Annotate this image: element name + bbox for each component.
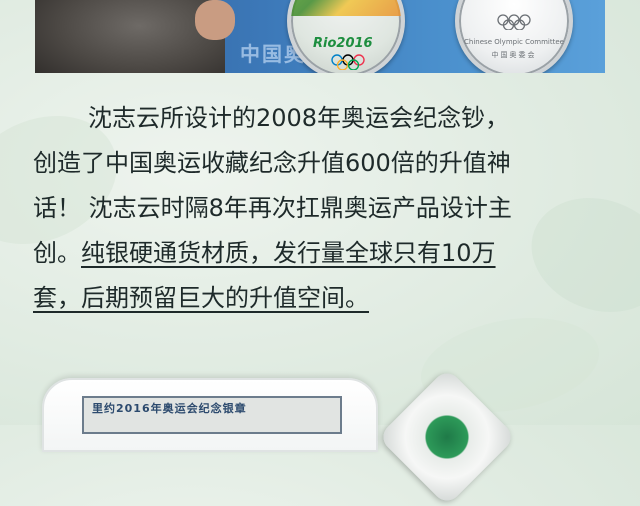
paragraph-line: 套，后期预留巨大的升值空间。: [33, 276, 613, 321]
top-banner-photo: 中国奥 Rio2016 Chinese Olympic Committee 中国…: [35, 0, 605, 73]
paragraph-text: 沈志云所设计的2008年奥运会纪念钞，: [88, 104, 510, 132]
olympic-rings-icon: [497, 14, 531, 30]
highlight-text: 纯银硬通货材质，发行量全球只有10万: [81, 239, 496, 267]
coin-color-print: [291, 0, 401, 16]
paragraph-line: 创。纯银硬通货材质，发行量全球只有10万: [33, 231, 613, 276]
paragraph-text: 创。: [33, 239, 81, 267]
coin-caption-chinese: 中国奥委会: [491, 51, 537, 59]
designer-hand: [195, 0, 235, 40]
product-label: 里约2016年奥运会纪念银章: [82, 396, 342, 434]
product-packaging-image: 里约2016年奥运会纪念银章: [42, 378, 378, 452]
highlight-text: 套，后期预留巨大的升值空间。: [33, 284, 369, 312]
paragraph-line: 创造了中国奥运收藏纪念升值600倍的升值神: [33, 149, 511, 177]
coin-caption-english: Chinese Olympic Committee: [464, 38, 564, 46]
chinese-olympic-committee-coin: Chinese Olympic Committee 中国奥委会: [455, 0, 573, 73]
paragraph-line: 话！ 沈志云时隔8年再次扛鼎奥运产品设计主: [33, 194, 512, 222]
rio-logo-text: Rio2016: [313, 36, 373, 51]
rio-olympic-coin: Rio2016: [287, 0, 405, 73]
olympic-rings-icon: [331, 54, 365, 70]
paragraph-line: 沈志云所设计的2008年奥运会纪念钞，: [33, 96, 613, 141]
description-paragraph: 沈志云所设计的2008年奥运会纪念钞， 创造了中国奥运收藏纪念升值600倍的升值…: [33, 96, 613, 321]
product-label-text: 里约2016年奥运会纪念银章: [92, 402, 247, 415]
